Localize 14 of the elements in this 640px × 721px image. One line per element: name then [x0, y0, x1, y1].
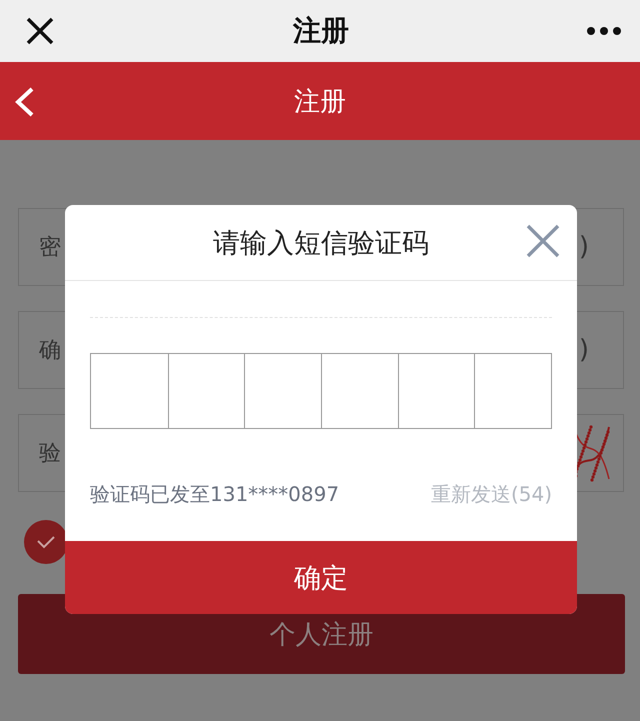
field-label: 验: [39, 440, 61, 468]
more-icon[interactable]: [586, 26, 622, 36]
page-title: 注册: [293, 13, 349, 49]
dialog-title: 请输入短信验证码: [213, 226, 429, 260]
check-icon: [36, 535, 56, 549]
agree-checkbox[interactable]: [24, 520, 68, 564]
field-suffix: ): [578, 335, 589, 365]
field-label: 确: [39, 337, 61, 365]
confirm-button[interactable]: 确定: [65, 541, 577, 614]
header-title: 注册: [294, 86, 346, 118]
sent-notice: 验证码已发至131****0897: [90, 481, 340, 508]
close-icon[interactable]: [24, 15, 56, 47]
field-label: 密: [39, 234, 61, 262]
field-suffix: ): [578, 232, 589, 262]
